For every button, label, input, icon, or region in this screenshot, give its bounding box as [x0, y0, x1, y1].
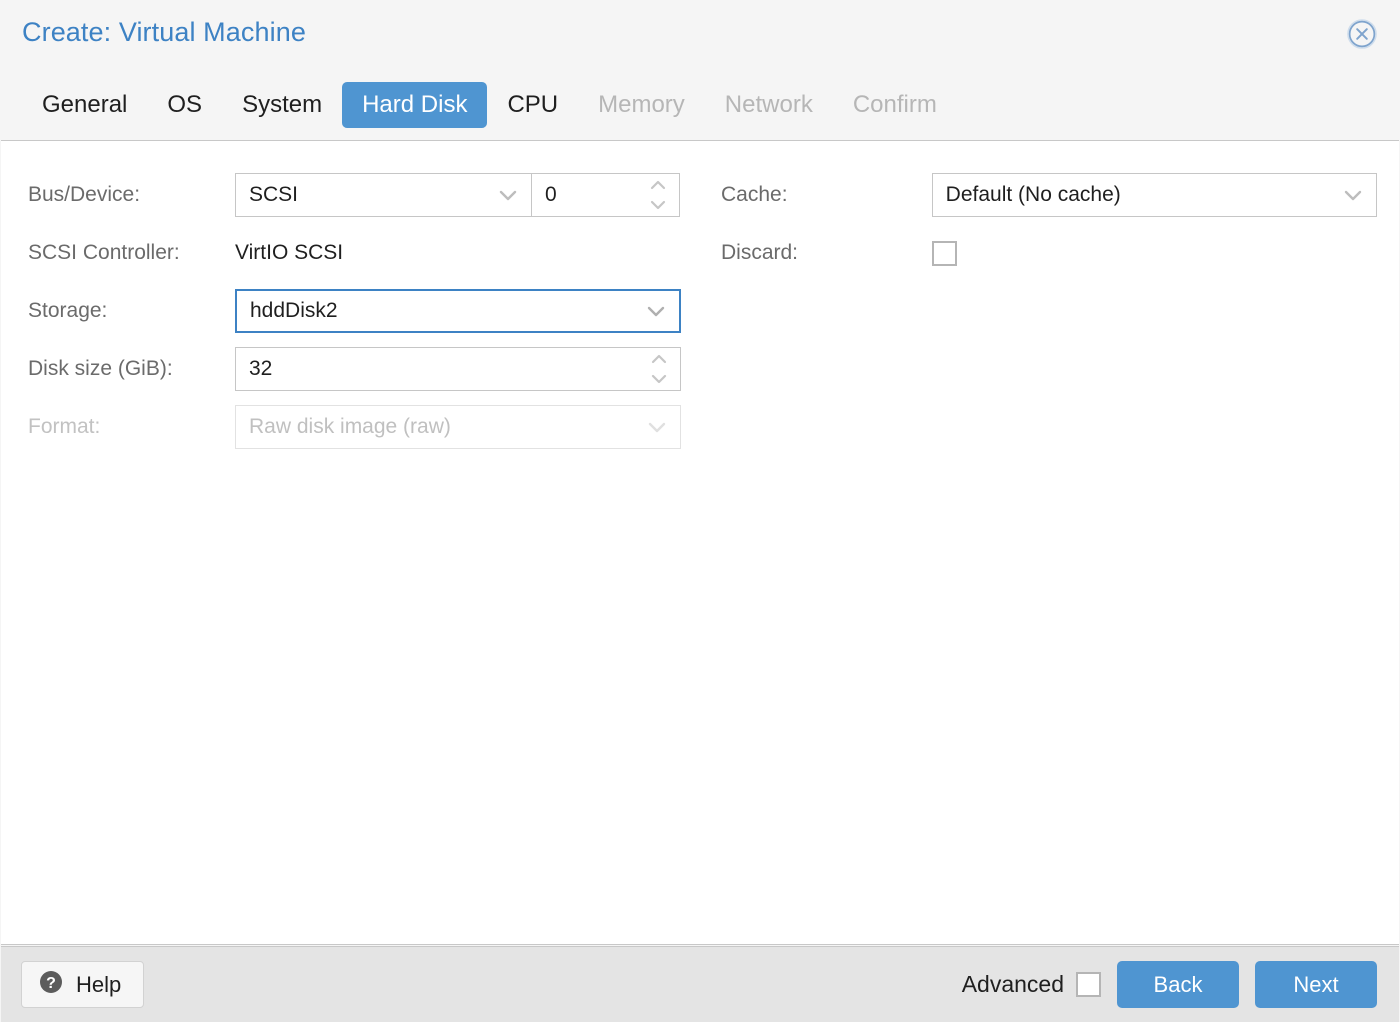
field-row-scsi-controller: SCSI Controller: VirtIO SCSI	[28, 224, 683, 282]
tab-general[interactable]: General	[22, 82, 147, 128]
chevron-down-icon	[645, 300, 667, 322]
disk-size-value: 32	[249, 357, 273, 380]
chevron-down-icon	[497, 184, 519, 206]
chevron-down-icon	[1342, 184, 1364, 206]
disk-size-stepper[interactable]: 32	[235, 347, 681, 391]
format-select-value: Raw disk image (raw)	[249, 415, 451, 438]
device-number-value: 0	[545, 183, 557, 206]
tab-network: Network	[724, 91, 813, 118]
form-column-right: Cache: Default (No cache) Discard:	[721, 166, 1377, 282]
cache-select-value: Default (No cache)	[945, 183, 1121, 206]
field-row-disk-size: Disk size (GiB): 32	[28, 340, 683, 398]
advanced-checkbox[interactable]	[1076, 972, 1101, 997]
dialog-titlebar: Create: Virtual Machine	[0, 0, 1400, 74]
tab-memory: Memory	[598, 91, 685, 118]
storage-select-value: hddDisk2	[250, 299, 338, 322]
bus-select-value: SCSI	[249, 183, 299, 206]
bus-device-label: Bus/Device:	[28, 183, 141, 206]
dialog-footer: ? Help Advanced Back Next	[1, 946, 1399, 1022]
wizard-tabs: General OS System Hard Disk CPU Memory N…	[22, 82, 957, 129]
question-circle-icon: ?	[38, 969, 64, 1000]
help-button-label: Help	[76, 971, 122, 997]
cache-label: Cache:	[721, 183, 788, 206]
scsi-controller-label: SCSI Controller:	[28, 241, 180, 264]
create-vm-dialog: Create: Virtual Machine General OS Syste…	[0, 0, 1400, 1022]
form-column-left: Bus/Device: SCSI 0 SCSI Controller: Virt…	[28, 166, 683, 456]
tab-system[interactable]: System	[222, 82, 342, 128]
field-row-discard: Discard:	[721, 224, 1377, 282]
stepper-arrows-icon[interactable]	[649, 354, 669, 384]
tab-os[interactable]: OS	[147, 82, 222, 128]
format-select: Raw disk image (raw)	[235, 405, 681, 449]
tab-hard-disk[interactable]: Hard Disk	[342, 82, 488, 129]
format-label: Format:	[28, 415, 101, 438]
field-row-bus-device: Bus/Device: SCSI 0	[28, 166, 683, 224]
advanced-label: Advanced	[961, 971, 1064, 997]
svg-text:?: ?	[46, 975, 56, 992]
next-button[interactable]: Next	[1255, 961, 1377, 1008]
bus-select[interactable]: SCSI	[235, 173, 532, 217]
discard-checkbox[interactable]	[932, 240, 957, 266]
storage-select[interactable]: hddDisk2	[235, 289, 681, 333]
wizard-tabbar: General OS System Hard Disk CPU Memory N…	[0, 74, 1400, 140]
disk-size-label: Disk size (GiB):	[28, 357, 173, 380]
tab-cpu[interactable]: CPU	[487, 82, 578, 128]
help-button[interactable]: ? Help	[21, 961, 145, 1008]
cache-select[interactable]: Default (No cache)	[931, 173, 1377, 217]
stepper-arrows-icon[interactable]	[648, 180, 668, 210]
footer-actions: Advanced Back Next	[962, 961, 1377, 1008]
hard-disk-form-panel: Bus/Device: SCSI 0 SCSI Controller: Virt…	[1, 140, 1399, 945]
discard-label: Discard:	[721, 241, 799, 264]
device-number-stepper[interactable]: 0	[531, 173, 680, 217]
field-row-storage: Storage: hddDisk2	[28, 282, 683, 340]
scsi-controller-value: VirtIO SCSI	[235, 241, 344, 264]
close-circle-icon[interactable]	[1346, 18, 1378, 50]
chevron-down-icon	[646, 416, 668, 438]
tab-confirm: Confirm	[852, 91, 937, 118]
dialog-title: Create: Virtual Machine	[22, 17, 306, 47]
storage-label: Storage:	[28, 299, 108, 322]
field-row-format: Format: Raw disk image (raw)	[28, 398, 683, 456]
back-button[interactable]: Back	[1117, 961, 1239, 1008]
field-row-cache: Cache: Default (No cache)	[721, 166, 1377, 224]
